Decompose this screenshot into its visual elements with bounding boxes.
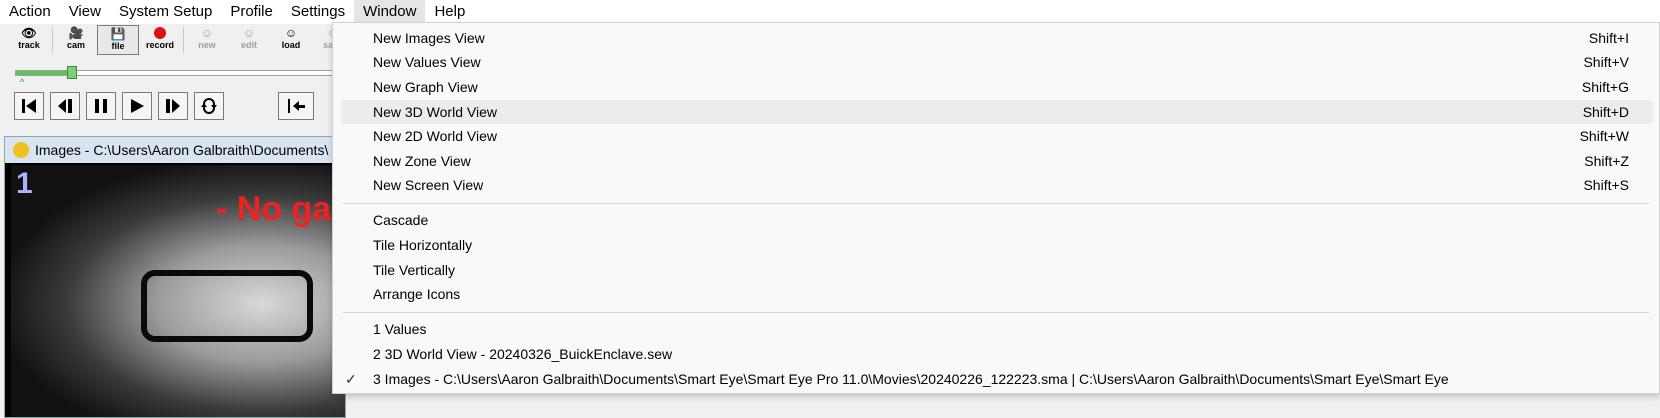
pause-icon [95, 99, 107, 113]
toolbar-separator [52, 27, 53, 53]
load-label: load [281, 40, 301, 50]
menu-item-shortcut: Shift+I [1588, 30, 1629, 46]
load-profile-button[interactable]: ☺ load [270, 25, 312, 55]
glasses-shape [141, 270, 313, 342]
menu-item-new-values-view[interactable]: New Values View Shift+V [341, 50, 1653, 74]
menu-item-label: Tile Horizontally [373, 237, 473, 253]
images-window-title: Images - C:\Users\Aaron Galbraith\Docume… [35, 142, 329, 158]
menu-item-label: New Values View [373, 54, 481, 70]
step-back-button[interactable] [50, 92, 80, 120]
edit-label: edit [240, 40, 257, 50]
menu-separator [343, 312, 1649, 313]
file-button[interactable]: 💾 file [97, 25, 139, 55]
menu-system-setup[interactable]: System Setup [110, 0, 221, 24]
menu-item-new-graph-view[interactable]: New Graph View Shift+G [341, 75, 1653, 99]
slider-fill [16, 71, 71, 75]
menu-item-shortcut: Shift+W [1579, 128, 1629, 144]
eye-icon: 👁 [21, 25, 37, 40]
menu-item-shortcut: Shift+D [1582, 104, 1629, 120]
loop-button[interactable] [194, 92, 224, 120]
images-window[interactable]: Images - C:\Users\Aaron Galbraith\Docume… [4, 136, 346, 418]
menu-item-label: Tile Vertically [373, 262, 455, 278]
menu-window[interactable]: Window [354, 0, 426, 24]
menu-item-shortcut: Shift+G [1581, 79, 1629, 95]
menu-item-window-1-values[interactable]: 1 Values [341, 317, 1653, 341]
menu-item-new-3d-world-view[interactable]: New 3D World View Shift+D [341, 100, 1653, 124]
cam-label: cam [66, 40, 85, 50]
menu-item-new-zone-view[interactable]: New Zone View Shift+Z [341, 149, 1653, 173]
checkmark-icon: ✓ [345, 370, 357, 387]
menu-item-label: New Screen View [373, 177, 484, 193]
camera-image: 1 - No ga [11, 165, 345, 417]
menu-item-shortcut: Shift+V [1583, 54, 1629, 70]
menu-item-label: New 3D World View [373, 104, 497, 120]
step-forward-icon [166, 99, 180, 113]
no-gaze-overlay: - No ga [216, 190, 332, 228]
position-marker-icon: ^ [20, 77, 25, 87]
skip-to-start-button[interactable] [14, 92, 44, 120]
record-label: record [145, 40, 174, 50]
face-icon: ☺ [284, 25, 298, 40]
file-label: file [111, 41, 125, 51]
menu-item-label: New Zone View [373, 153, 471, 169]
menu-item-cascade[interactable]: Cascade [341, 208, 1653, 232]
loop-icon [201, 98, 217, 114]
menu-item-label: 3 Images - C:\Users\Aaron Galbraith\Docu… [373, 371, 1449, 387]
window-menu-dropdown: New Images View Shift+I New Values View … [332, 22, 1660, 394]
menu-item-label: 1 Values [373, 321, 427, 337]
menu-action[interactable]: Action [0, 0, 60, 24]
frame-number: 1 [16, 167, 33, 200]
menu-item-label: New Images View [373, 30, 485, 46]
toolbar-separator [183, 27, 184, 53]
track-label: track [18, 40, 40, 50]
menu-item-window-2-3d-world[interactable]: 2 3D World View - 20240326_BuickEnclave.… [341, 342, 1653, 366]
skip-start-icon [22, 99, 36, 113]
face-icon: ☺ [242, 25, 256, 40]
menu-item-tile-horizontally[interactable]: Tile Horizontally [341, 233, 1653, 257]
slider-thumb[interactable] [67, 66, 77, 79]
edit-profile-button[interactable]: ☺ edit [228, 25, 270, 55]
menu-item-new-2d-world-view[interactable]: New 2D World View Shift+W [341, 124, 1653, 148]
menu-item-label: Cascade [373, 212, 429, 228]
play-icon [131, 99, 144, 113]
marker-arrow-icon [288, 99, 305, 113]
menu-item-label: New Graph View [373, 79, 478, 95]
menu-item-shortcut: Shift+Z [1584, 153, 1629, 169]
record-icon [154, 25, 166, 40]
set-marker-button[interactable] [278, 92, 314, 120]
main-toolbar: 👁 track 🎥 cam 💾 file record ☺ new ☺ edit… [0, 25, 368, 55]
new-label: new [198, 40, 216, 50]
pause-button[interactable] [86, 92, 116, 120]
play-button[interactable] [122, 92, 152, 120]
step-forward-button[interactable] [158, 92, 188, 120]
menu-item-label: Arrange Icons [373, 286, 461, 302]
menu-item-label: 2 3D World View - 20240326_BuickEnclave.… [373, 346, 673, 362]
track-button[interactable]: 👁 track [8, 25, 50, 55]
menu-item-new-images-view[interactable]: New Images View Shift+I [341, 26, 1653, 50]
step-back-icon [58, 99, 72, 113]
menu-item-window-3-images[interactable]: ✓ 3 Images - C:\Users\Aaron Galbraith\Do… [341, 367, 1653, 391]
menu-item-new-screen-view[interactable]: New Screen View Shift+S [341, 173, 1653, 197]
menu-view[interactable]: View [60, 0, 110, 24]
menu-item-label: New 2D World View [373, 128, 497, 144]
playback-controls [14, 92, 314, 120]
face-icon: ☺ [200, 25, 214, 40]
camera-icon: 🎥 [68, 25, 84, 40]
menu-profile[interactable]: Profile [221, 0, 282, 24]
record-button[interactable]: record [139, 25, 181, 55]
menu-bar: Action View System Setup Profile Setting… [0, 0, 1660, 24]
timeline-slider[interactable]: ^ [15, 66, 355, 87]
new-profile-button[interactable]: ☺ new [186, 25, 228, 55]
menu-help[interactable]: Help [425, 0, 474, 24]
menu-item-tile-vertically[interactable]: Tile Vertically [341, 258, 1653, 282]
menu-separator [343, 203, 1649, 204]
menu-item-arrange-icons[interactable]: Arrange Icons [341, 282, 1653, 306]
images-window-titlebar[interactable]: Images - C:\Users\Aaron Galbraith\Docume… [5, 137, 345, 163]
floppy-disk-icon: 💾 [110, 26, 126, 41]
smart-eye-icon [13, 142, 29, 158]
cam-button[interactable]: 🎥 cam [55, 25, 97, 55]
menu-item-shortcut: Shift+S [1583, 177, 1629, 193]
menu-settings[interactable]: Settings [282, 0, 354, 24]
